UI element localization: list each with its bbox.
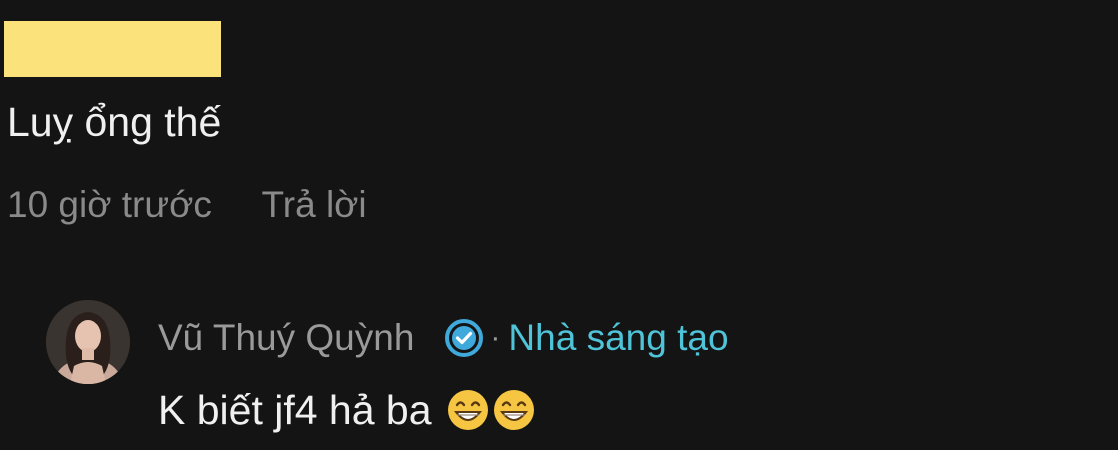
grinning-face-icon (492, 388, 536, 432)
emoji-group (446, 388, 538, 432)
creator-badge-label: Nhà sáng tạo (508, 317, 729, 358)
reply-button[interactable]: Trả lời (262, 184, 367, 225)
avatar[interactable] (46, 300, 130, 384)
reply-text: K biết jf4 hả ba (158, 387, 432, 433)
comment-text: Luỵ ổng thế (7, 99, 222, 145)
grinning-face-icon (446, 388, 490, 432)
reply-header: Vũ Thuý Quỳnh · Nhà sáng tạo (158, 312, 729, 364)
comment-meta: 10 giờ trước Trả lời (7, 180, 367, 230)
comment-timestamp: 10 giờ trước (7, 184, 212, 225)
separator-dot: · (490, 321, 501, 354)
verified-badge-icon (442, 316, 486, 360)
author-name[interactable]: Vũ Thuý Quỳnh (158, 317, 414, 359)
reply-text-row: K biết jf4 hả ba (158, 382, 538, 438)
redacted-username (4, 21, 221, 77)
